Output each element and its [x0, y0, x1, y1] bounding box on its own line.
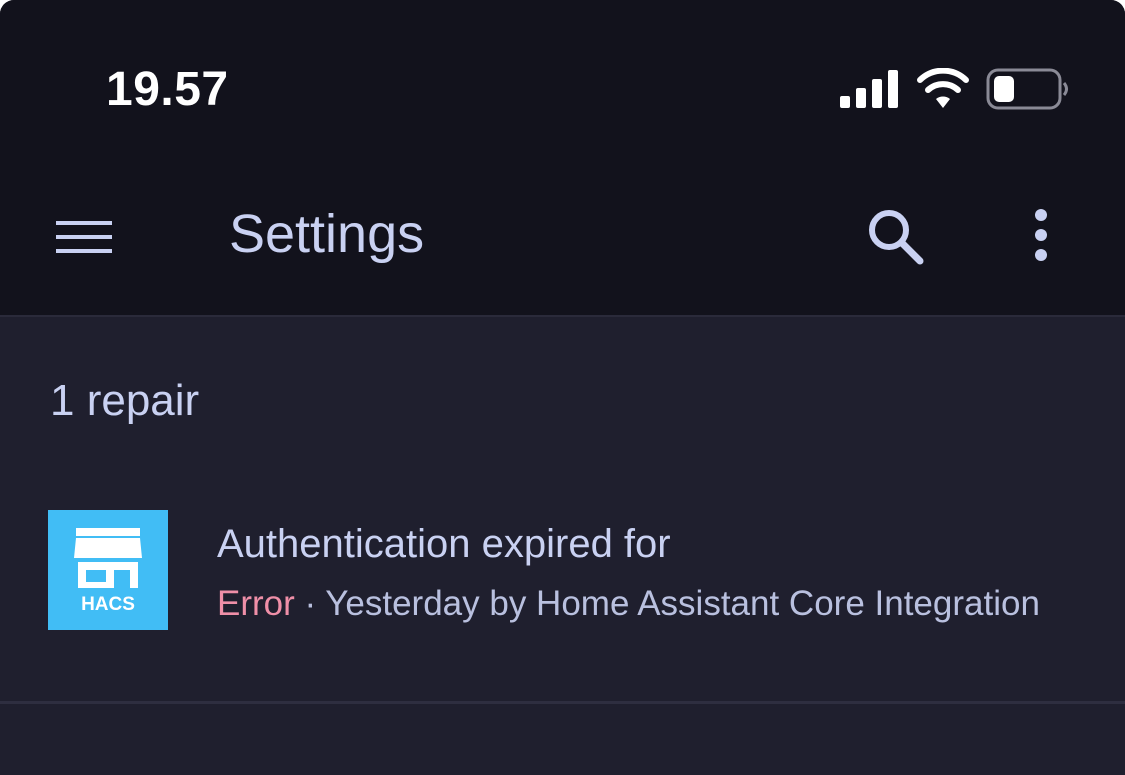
severity-label: Error — [217, 584, 295, 623]
repair-detail: Yesterday by Home Assistant Core Integra… — [325, 584, 1040, 623]
wifi-icon — [917, 68, 969, 108]
status-bar: 19.57 — [0, 0, 1125, 175]
hacs-logo: HACS — [48, 510, 168, 630]
more-vert-icon[interactable] — [1020, 205, 1062, 267]
cellular-signal-icon — [840, 70, 898, 108]
app-bar: Settings — [0, 175, 1125, 317]
status-time: 19.57 — [106, 63, 229, 116]
repairs-count-header: 1 repair — [50, 376, 200, 425]
phone-screen: 19.57 Settings 1 repair HACS Authenticat… — [0, 0, 1125, 775]
repair-title: Authentication expired for — [217, 522, 671, 566]
page-title: Settings — [229, 204, 425, 264]
menu-icon[interactable] — [52, 215, 116, 259]
list-divider — [0, 701, 1125, 704]
subtitle-separator: · — [294, 584, 326, 623]
battery-icon — [986, 68, 1068, 110]
search-icon[interactable] — [864, 205, 926, 267]
repair-subtitle: Error · Yesterday by Home Assistant Core… — [217, 584, 1040, 624]
hacs-logo-text: HACS — [81, 594, 135, 615]
repair-list-item[interactable]: HACS Authentication expired for Error · … — [0, 480, 1125, 702]
